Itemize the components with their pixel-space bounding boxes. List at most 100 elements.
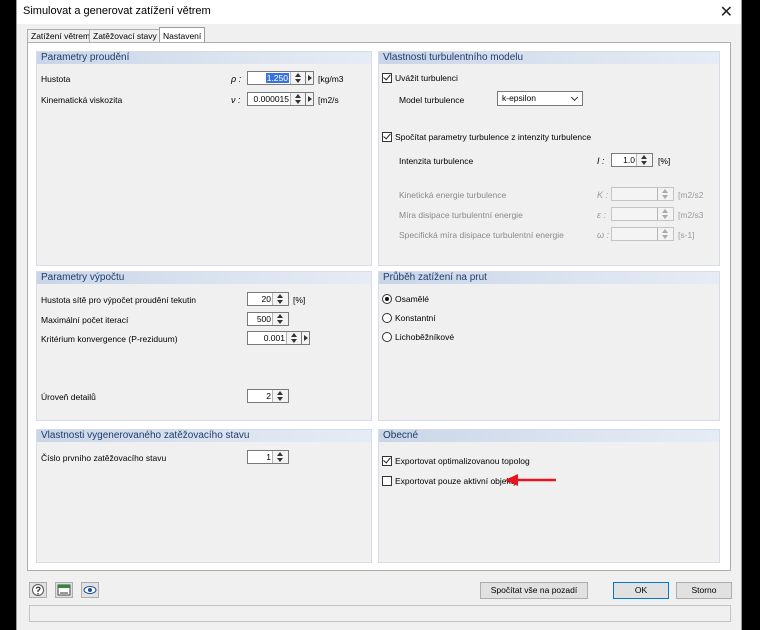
export-topology-label: Exportovat optimalizovanou topolog xyxy=(395,456,530,466)
consider-turbulence-checkbox[interactable] xyxy=(382,72,392,83)
general-group: Obecné Exportovat optimalizovanou topolo… xyxy=(378,429,720,563)
max-iterations-value: 500 xyxy=(256,314,271,324)
density-menu-button[interactable] xyxy=(305,71,314,85)
group-header: Průběh zatížení na prut xyxy=(379,272,719,284)
radio-constant-label: Konstantní xyxy=(395,313,436,323)
ok-button[interactable]: OK xyxy=(613,582,669,599)
first-load-case-value: 1 xyxy=(266,452,271,462)
group-header: Parametry proudění xyxy=(37,52,371,64)
detail-level-label: Úroveň detailů xyxy=(41,392,96,402)
generated-load-case-group: Vlastnosti vygenerovaného zatěžovacího s… xyxy=(36,429,372,563)
compute-from-intensity-checkbox[interactable] xyxy=(382,131,392,142)
mesh-density-unit: [%] xyxy=(293,295,306,305)
close-icon[interactable]: ✕ xyxy=(720,2,733,22)
intensity-symbol: I : xyxy=(597,156,605,166)
intensity-field[interactable]: 1.0 xyxy=(611,153,653,167)
radio-constant[interactable] xyxy=(382,313,392,323)
dissipation-symbol: ε : xyxy=(597,210,606,220)
turbulence-model-select[interactable]: k-epsilon xyxy=(497,91,583,106)
turbulence-model-label: Model turbulence xyxy=(399,95,465,105)
export-topology-checkbox[interactable] xyxy=(382,455,392,466)
status-bar xyxy=(29,605,731,622)
radio-trapezoidal[interactable] xyxy=(382,332,392,342)
convergence-value: 0.001 xyxy=(263,333,285,343)
viscosity-symbol: ν : xyxy=(231,95,241,105)
convergence-menu-button[interactable] xyxy=(301,331,310,345)
density-unit: [kg/m3 xyxy=(318,74,344,84)
radio-concentrated[interactable] xyxy=(382,294,392,304)
viscosity-label: Kinematická viskozita xyxy=(41,95,123,105)
mesh-density-spinner[interactable] xyxy=(272,293,288,305)
tab-load-cases[interactable]: Zatěžovací stavy xyxy=(89,29,161,43)
max-iterations-field[interactable]: 500 xyxy=(247,312,289,326)
intensity-label: Intenzita turbulence xyxy=(399,156,474,166)
cancel-button[interactable]: Storno xyxy=(676,582,732,599)
settings-panel: Parametry proudění Hustota ρ : 1.250 [kg… xyxy=(27,42,731,571)
viscosity-field[interactable]: 0.000015 xyxy=(247,92,307,106)
specific-dissipation-label: Specifická míra disipace turbulentní ene… xyxy=(399,230,564,240)
radio-concentrated-label: Osamělé xyxy=(395,294,430,304)
group-header: Vlastnosti vygenerovaného zatěžovacího s… xyxy=(37,430,371,442)
tab-wind-load[interactable]: Zatížení větrem xyxy=(27,29,95,43)
kinetic-energy-symbol: K : xyxy=(597,190,609,200)
calculate-background-button[interactable]: Spočítat vše na pozadí xyxy=(480,582,588,599)
mesh-density-label: Hustota sítě pro výpočet proudění tekuti… xyxy=(41,295,196,305)
intensity-value: 1.0 xyxy=(623,155,635,165)
density-field[interactable]: 1.250 xyxy=(247,71,307,85)
mesh-density-field[interactable]: 20 xyxy=(247,292,289,306)
annotation-arrow-icon xyxy=(505,474,556,486)
turbulence-model-group: Vlastnosti turbulentního modelu Uvážit t… xyxy=(378,51,720,266)
viscosity-spinner[interactable] xyxy=(290,93,306,105)
help-icon xyxy=(32,584,44,596)
calculation-parameters-group: Parametry výpočtu Hustota sítě pro výpoč… xyxy=(36,271,372,421)
radio-trapezoidal-label: Lichoběžníkové xyxy=(395,332,455,342)
density-spinner[interactable] xyxy=(290,72,306,84)
dissipation-field xyxy=(611,207,674,221)
mesh-density-value: 20 xyxy=(261,294,271,304)
consider-turbulence-label: Uvážit turbulenci xyxy=(395,73,458,83)
group-header: Obecné xyxy=(379,430,719,442)
title-bar: Simulovat a generovat zatížení větrem ✕ xyxy=(17,0,741,24)
specific-dissipation-symbol: ω : xyxy=(597,230,610,240)
first-load-case-label: Číslo prvního zatěžovacího stavu xyxy=(41,453,167,463)
density-label: Hustota xyxy=(41,74,71,84)
eye-icon xyxy=(83,586,97,594)
convergence-field[interactable]: 0.001 xyxy=(247,331,303,345)
group-header: Vlastnosti turbulentního modelu xyxy=(379,52,719,64)
viscosity-menu-button[interactable] xyxy=(305,92,314,106)
detail-level-field[interactable]: 2 xyxy=(247,389,289,403)
units-button[interactable] xyxy=(55,582,73,598)
first-load-case-field[interactable]: 1 xyxy=(247,450,289,464)
max-iterations-spinner[interactable] xyxy=(272,313,288,325)
export-active-only-checkbox[interactable] xyxy=(382,476,392,486)
units-icon xyxy=(57,584,71,596)
density-symbol: ρ : xyxy=(231,74,242,84)
kinetic-energy-unit: [m2/s2 xyxy=(678,190,704,200)
max-iterations-label: Maximální počet iterací xyxy=(41,315,129,325)
dissipation-label: Míra disipace turbulentní energie xyxy=(399,210,523,220)
help-button[interactable] xyxy=(29,582,47,598)
kinetic-energy-field xyxy=(611,187,674,201)
detail-level-spinner[interactable] xyxy=(272,390,288,402)
dialog-window: Simulovat a generovat zatížení větrem ✕ … xyxy=(16,0,742,630)
first-load-case-spinner[interactable] xyxy=(272,451,288,463)
convergence-label: Kritérium konvergence (P-reziduum) xyxy=(41,334,178,344)
specific-dissipation-field xyxy=(611,227,674,241)
view-button[interactable] xyxy=(81,582,99,598)
flow-parameters-group: Parametry proudění Hustota ρ : 1.250 [kg… xyxy=(36,51,372,266)
turbulence-model-value: k-epsilon xyxy=(502,93,537,103)
specific-dissipation-unit: [s-1] xyxy=(678,230,695,240)
load-distribution-group: Průběh zatížení na prut Osamělé Konstant… xyxy=(378,271,720,421)
dissipation-unit: [m2/s3 xyxy=(678,210,704,220)
export-active-only-label: Exportovat pouze aktivní objekty xyxy=(395,476,518,486)
intensity-spinner[interactable] xyxy=(636,154,652,166)
group-header: Parametry výpočtu xyxy=(37,272,371,284)
viscosity-value: 0.000015 xyxy=(253,94,289,104)
detail-level-value: 2 xyxy=(266,391,271,401)
window-title: Simulovat a generovat zatížení větrem xyxy=(23,5,211,17)
intensity-unit: [%] xyxy=(658,156,671,166)
chevron-down-icon xyxy=(570,93,579,102)
convergence-spinner[interactable] xyxy=(286,332,302,344)
density-value: 1.250 xyxy=(265,73,289,83)
kinetic-energy-label: Kinetická energie turbulence xyxy=(399,190,507,200)
